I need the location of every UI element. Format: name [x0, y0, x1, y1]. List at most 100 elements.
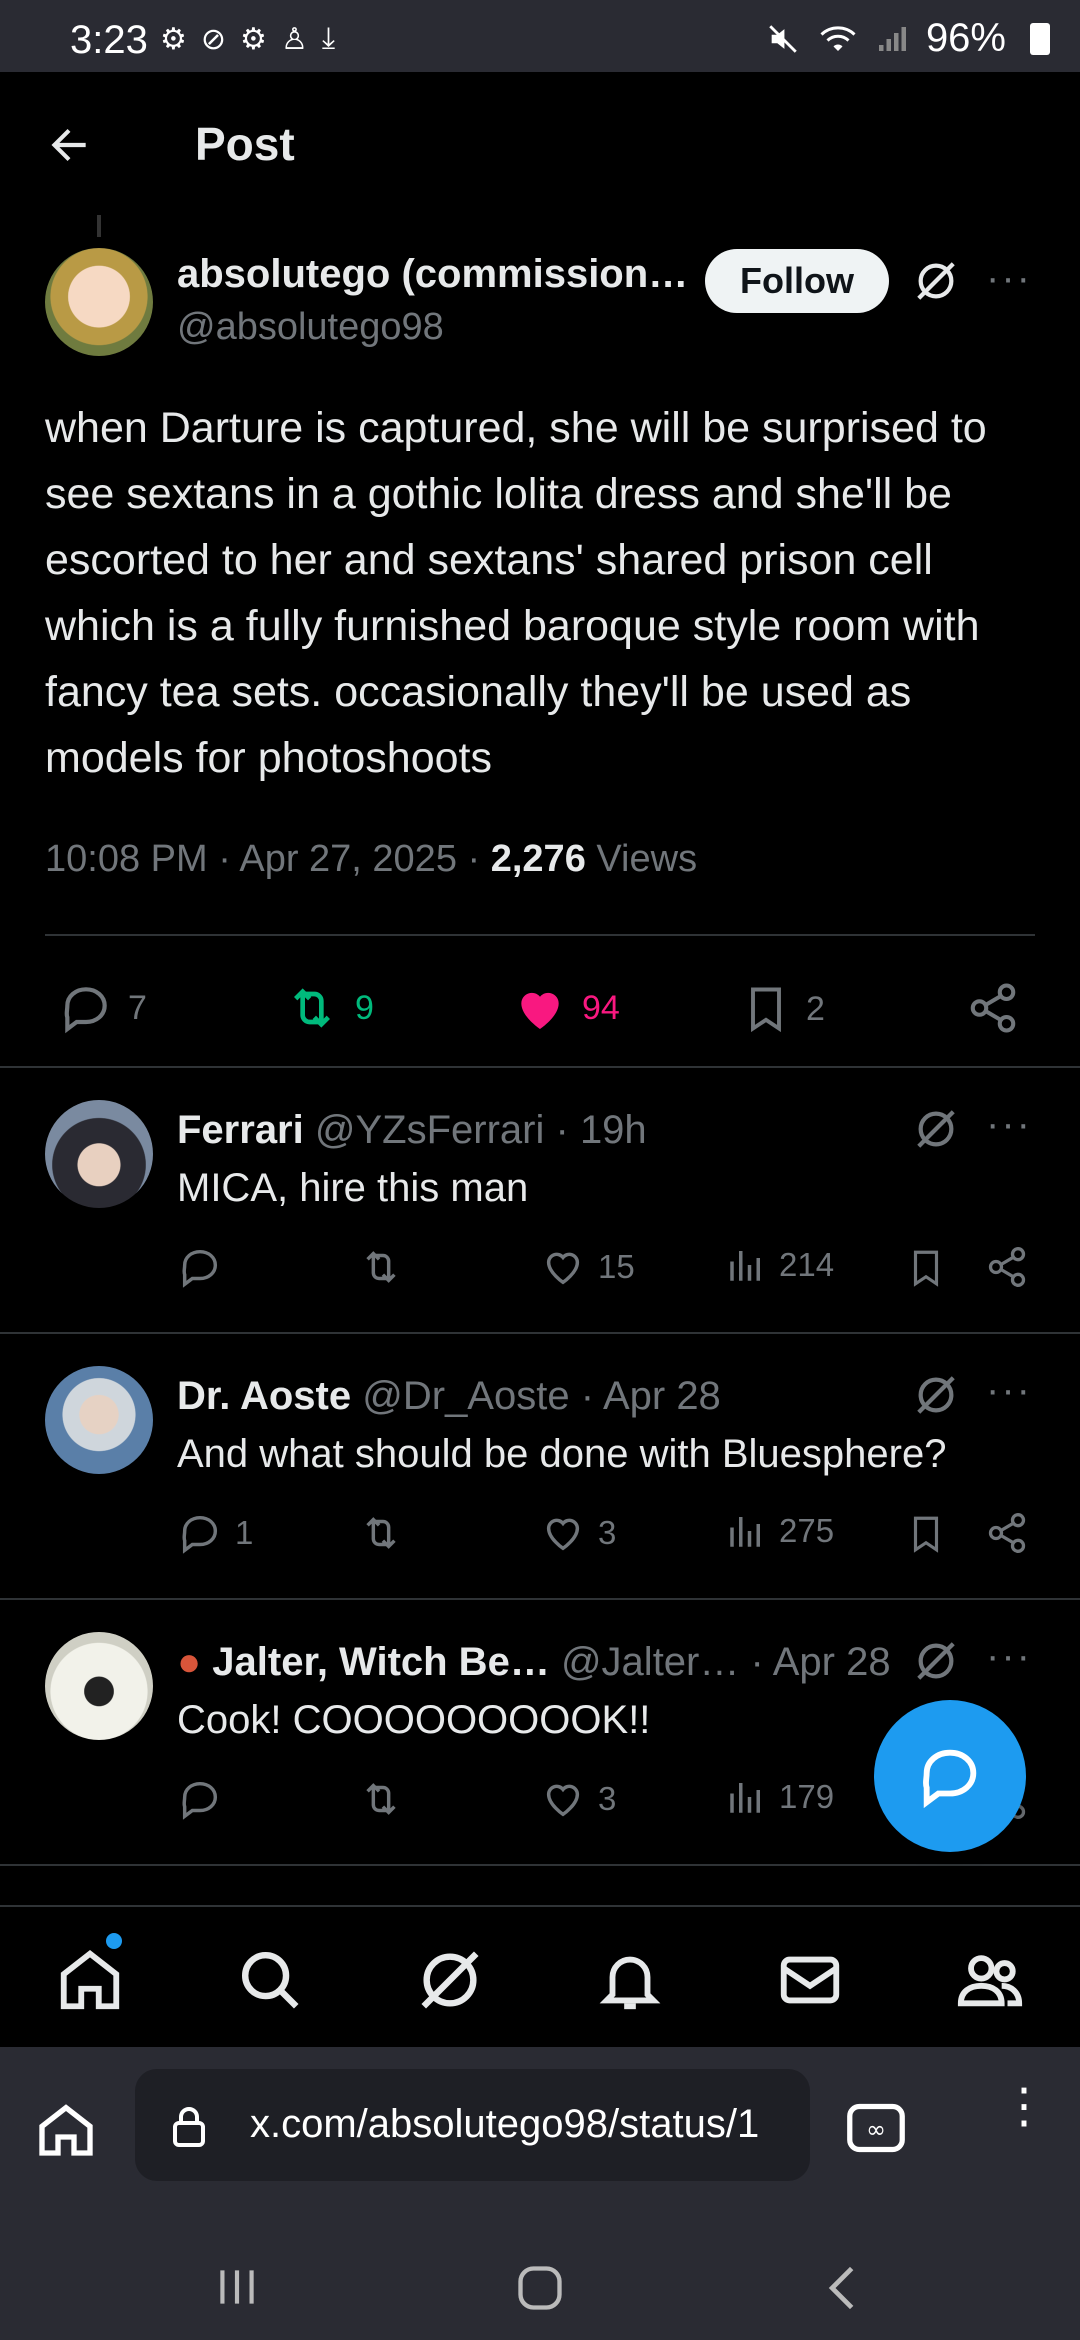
steam-muted-icon: ⊘: [200, 23, 227, 56]
views-button[interactable]: 275: [725, 1510, 834, 1552]
bell-icon[interactable]: [595, 1945, 665, 2015]
like-count: 3: [598, 1514, 617, 1551]
reply-button[interactable]: 1: [177, 1510, 253, 1556]
reply-item[interactable]: Dr. Aoste @Dr_Aoste · Apr 28 ··· And wha…: [0, 1334, 1080, 1600]
views-count[interactable]: 2,276: [491, 838, 586, 880]
views-label: Views: [596, 838, 698, 880]
repost-button[interactable]: 9: [283, 980, 374, 1036]
home-button-icon[interactable]: [514, 2262, 566, 2314]
like-count: 3: [598, 1780, 617, 1817]
views-button[interactable]: 179: [725, 1776, 834, 1818]
bookmark-button[interactable]: [905, 1510, 947, 1558]
reply-button[interactable]: [177, 1776, 235, 1822]
author-avatar[interactable]: [45, 248, 153, 356]
like-button[interactable]: 94: [512, 980, 620, 1036]
share-icon: [988, 1513, 1026, 1553]
reply-author-handle[interactable]: @YZsFerrari: [315, 1108, 545, 1152]
reply-avatar[interactable]: [45, 1366, 153, 1474]
grok-icon[interactable]: [415, 1945, 485, 2015]
heart-filled-icon: [521, 992, 559, 1029]
repost-count: 9: [355, 988, 374, 1027]
reply-author-name[interactable]: Jalter, Witch Be…: [212, 1640, 550, 1684]
author-name[interactable]: absolutego (commission…: [177, 252, 688, 297]
recents-icon[interactable]: [212, 2264, 262, 2310]
lock-icon[interactable]: [165, 2101, 213, 2153]
back-arrow-icon[interactable]: [44, 120, 94, 170]
post-meta: 10:08 PM · Apr 27, 2025 · 2,276 Views: [45, 838, 697, 881]
like-button[interactable]: 3: [540, 1510, 616, 1556]
battery-percent: 96%: [925, 16, 1006, 60]
bookmark-button[interactable]: [905, 1244, 947, 1292]
back-button-icon[interactable]: [820, 2262, 866, 2314]
reply-count: 1: [235, 1514, 254, 1551]
search-icon[interactable]: [235, 1945, 305, 2015]
mail-icon[interactable]: [775, 1945, 845, 2015]
grok-icon[interactable]: [913, 1638, 959, 1684]
status-bar: 3:23 ⚙ ⊘ ⚙ ♙ ⤓ 96%: [0, 0, 1080, 72]
notification-icons: ⚙ ⊘ ⚙ ♙ ⤓: [160, 22, 335, 57]
more-options-icon[interactable]: ···: [986, 256, 1032, 301]
reply-author-handle[interactable]: @Jalter…: [561, 1640, 739, 1684]
more-options-icon[interactable]: ···: [986, 1102, 1032, 1147]
divider: [45, 934, 1035, 936]
reply-author-name[interactable]: Dr. Aoste: [177, 1374, 351, 1418]
view-count: 179: [779, 1778, 835, 1815]
reply-button[interactable]: [177, 1244, 235, 1290]
reply-count: 7: [128, 988, 147, 1027]
reply-author-name[interactable]: Ferrari: [177, 1108, 304, 1152]
heart-icon: [546, 1784, 580, 1817]
views-button[interactable]: 214: [725, 1244, 834, 1286]
views-chart-icon: [730, 1783, 760, 1813]
browser-home-icon[interactable]: [34, 2097, 98, 2161]
grok-icon[interactable]: [913, 1372, 959, 1418]
communities-icon[interactable]: [955, 1945, 1025, 2015]
reply-avatar[interactable]: [45, 1100, 153, 1208]
signal-icon: [878, 26, 906, 51]
repost-button[interactable]: [357, 1776, 417, 1822]
reply-item[interactable]: Ferrari @YZsFerrari · 19h ··· MICA, hire…: [0, 1068, 1080, 1334]
svg-text:∞: ∞: [866, 2116, 886, 2144]
browser-menu-icon[interactable]: ⋮: [1000, 2083, 1048, 2131]
home-icon[interactable]: [55, 1945, 125, 2015]
like-button[interactable]: 3: [540, 1776, 616, 1822]
share-button[interactable]: [966, 980, 1020, 1036]
mute-icon: [769, 24, 797, 53]
reply-text: And what should be done with Bluesphere?: [177, 1432, 947, 1476]
reply-avatar[interactable]: [45, 1632, 153, 1740]
like-button[interactable]: 15: [540, 1244, 635, 1290]
repost-button[interactable]: [357, 1510, 417, 1556]
post-date: Apr 27, 2025: [239, 838, 457, 880]
grok-icon[interactable]: [913, 258, 959, 304]
more-options-icon[interactable]: ···: [986, 1368, 1032, 1413]
view-count: 275: [779, 1512, 835, 1549]
reply-plus-icon: [922, 1749, 977, 1809]
reply-header: ● Jalter, Witch Be… @Jalter… · Apr 28: [177, 1640, 891, 1685]
reply-author-handle[interactable]: @Dr_Aoste: [362, 1374, 569, 1418]
post-header: Post: [0, 72, 1080, 212]
share-button[interactable]: [985, 1510, 1029, 1556]
address-bar[interactable]: x.com/absolutego98/status/1: [135, 2069, 810, 2181]
meta-separator: ·: [580, 1374, 603, 1418]
tabs-icon[interactable]: ∞: [845, 2099, 907, 2157]
reply-icon: [182, 1515, 218, 1554]
share-button[interactable]: [985, 1244, 1029, 1290]
url-text[interactable]: x.com/absolutego98/status/1: [250, 2102, 800, 2147]
browser-toolbar: x.com/absolutego98/status/1 ∞ ⋮: [0, 2047, 1080, 2232]
share-icon: [988, 1247, 1026, 1287]
compose-reply-fab[interactable]: [874, 1700, 1026, 1852]
reply-button[interactable]: 7: [58, 980, 147, 1036]
repost-button[interactable]: [357, 1244, 417, 1290]
thread-line: [97, 215, 101, 237]
author-handle[interactable]: @absolutego98: [177, 306, 444, 349]
follow-button[interactable]: Follow: [705, 249, 889, 313]
more-options-icon[interactable]: ···: [986, 1634, 1032, 1679]
post-action-bar: 7 9 94 2: [0, 960, 1080, 1060]
reply-header: Ferrari @YZsFerrari · 19h: [177, 1108, 647, 1153]
steam-icon: ⚙: [240, 23, 267, 56]
bookmark-button[interactable]: 2: [740, 980, 825, 1038]
meta-separator: ·: [750, 1640, 773, 1684]
meta-separator: ·: [467, 838, 491, 880]
download-icon: ⤓: [321, 22, 336, 55]
post-time: 10:08 PM: [45, 838, 208, 880]
grok-icon[interactable]: [913, 1106, 959, 1152]
